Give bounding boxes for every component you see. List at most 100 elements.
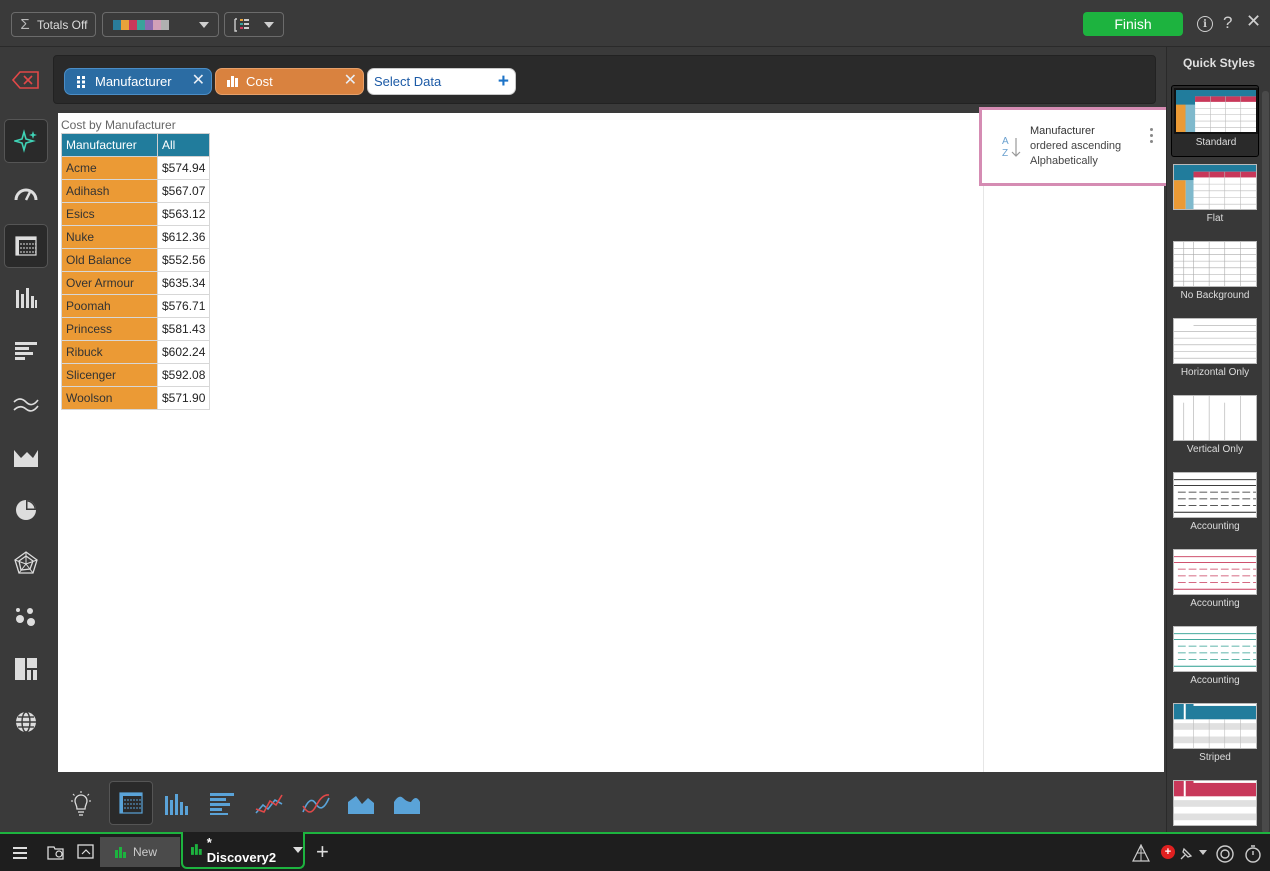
data-pill-manufacturer[interactable]: Manufacturer ✕ [64, 68, 212, 95]
tab-discovery2[interactable]: * Discovery2 [181, 832, 305, 869]
color-palette-dropdown[interactable] [102, 12, 219, 37]
column-header[interactable]: All [156, 133, 211, 157]
treemap-icon[interactable] [4, 647, 48, 691]
sort-az-icon: A Z [1002, 136, 1021, 159]
table-row[interactable]: Woolson $571.90 [61, 386, 211, 410]
row-label[interactable]: Old Balance [61, 248, 158, 272]
row-label[interactable]: Woolson [61, 386, 158, 410]
row-value[interactable]: $552.56 [156, 248, 211, 272]
table-row[interactable]: Ribuck $602.24 [61, 340, 211, 364]
style-accounting-teal[interactable]: Accounting [1171, 624, 1259, 696]
lightbulb-icon[interactable] [60, 783, 102, 825]
row-value[interactable]: $635.34 [156, 271, 211, 295]
style-accounting-red[interactable]: Accounting [1171, 547, 1259, 619]
table-row[interactable]: Over Armour $635.34 [61, 271, 211, 295]
line-chart-option[interactable] [248, 783, 290, 825]
row-label[interactable]: Nuke [61, 225, 158, 249]
totals-button[interactable]: Σ Totals Off [11, 12, 96, 37]
bar-chart-option[interactable] [201, 783, 243, 825]
select-data-button[interactable]: Select Data + [367, 68, 516, 95]
data-pill-cost[interactable]: Cost ✕ [215, 68, 364, 95]
table-row[interactable]: Slicenger $592.08 [61, 363, 211, 387]
clear-data-icon[interactable] [12, 70, 40, 90]
add-icon: + [497, 71, 509, 92]
globe-icon[interactable] [4, 700, 48, 744]
column-chart-icon[interactable] [4, 276, 48, 320]
gauge-icon[interactable] [4, 171, 48, 215]
row-value[interactable]: $592.08 [156, 363, 211, 387]
grid-icon[interactable] [4, 224, 48, 268]
row-label[interactable]: Esics [61, 202, 158, 226]
row-value[interactable]: $574.94 [156, 156, 211, 180]
row-label[interactable]: Poomah [61, 294, 158, 318]
help-icon[interactable]: ? [1223, 13, 1232, 33]
area-chart-option[interactable] [340, 783, 382, 825]
auto-chart-icon[interactable] [4, 119, 48, 163]
chevron-down-icon[interactable] [1199, 850, 1207, 855]
tab-label: * Discovery2 [206, 834, 277, 865]
present-icon[interactable] [77, 844, 95, 860]
add-tab-button[interactable]: + [316, 839, 329, 865]
table-row[interactable]: Poomah $576.71 [61, 294, 211, 318]
remove-icon[interactable]: ✕ [344, 73, 357, 89]
swirl-icon[interactable] [1215, 844, 1235, 864]
info-icon[interactable]: i [1197, 16, 1213, 32]
row-value[interactable]: $602.24 [156, 340, 211, 364]
palette-swatch [153, 19, 161, 30]
layout-dropdown[interactable] [224, 12, 284, 37]
row-label[interactable]: Slicenger [61, 363, 158, 387]
table-row[interactable]: Acme $574.94 [61, 156, 211, 180]
area-chart-icon[interactable] [4, 435, 48, 479]
row-value[interactable]: $571.90 [156, 386, 211, 410]
close-icon[interactable]: ✕ [1246, 11, 1261, 32]
style-striped-red[interactable] [1171, 778, 1259, 832]
column-chart-option[interactable] [155, 783, 197, 825]
style-accounting-black[interactable]: Accounting [1171, 470, 1259, 542]
chevron-down-icon[interactable] [293, 846, 303, 853]
menu-icon[interactable] [13, 846, 29, 860]
style-vertical-only[interactable]: Vertical Only [1171, 393, 1259, 465]
pie-chart-icon[interactable] [4, 488, 48, 532]
pin-icon[interactable] [1177, 845, 1195, 863]
scatter-chart-icon[interactable] [4, 594, 48, 638]
remove-icon[interactable]: ✕ [192, 73, 205, 89]
row-label[interactable]: Princess [61, 317, 158, 341]
bar-chart-icon[interactable] [4, 329, 48, 373]
row-value[interactable]: $612.36 [156, 225, 211, 249]
more-options-icon[interactable] [1150, 128, 1154, 146]
line-chart-icon[interactable] [4, 382, 48, 426]
row-label[interactable]: Adihash [61, 179, 158, 203]
table-row[interactable]: Princess $581.43 [61, 317, 211, 341]
sort-card[interactable]: A Z Manufacturer ordered ascending Alpha… [979, 107, 1170, 186]
style-standard[interactable]: Standard [1171, 85, 1259, 157]
column-header[interactable]: Manufacturer [61, 133, 158, 157]
row-label[interactable]: Ribuck [61, 340, 158, 364]
table-row[interactable]: Old Balance $552.56 [61, 248, 211, 272]
row-value[interactable]: $576.71 [156, 294, 211, 318]
table-row[interactable]: Esics $563.12 [61, 202, 211, 226]
row-value[interactable]: $581.43 [156, 317, 211, 341]
recent-items-icon[interactable] [47, 844, 65, 860]
scrollbar[interactable] [1262, 91, 1269, 832]
chart-icon [115, 846, 126, 858]
row-label[interactable]: Over Armour [61, 271, 158, 295]
chevron-down-icon [264, 22, 274, 28]
row-value[interactable]: $567.07 [156, 179, 211, 203]
style-flat[interactable]: Flat [1171, 162, 1259, 234]
row-value[interactable]: $563.12 [156, 202, 211, 226]
grid-chart-option[interactable] [109, 781, 153, 825]
timer-icon[interactable] [1243, 844, 1263, 864]
spline-chart-option[interactable] [295, 783, 337, 825]
notification-badge[interactable]: + [1161, 845, 1175, 859]
spline-area-chart-option[interactable] [386, 783, 428, 825]
style-horizontal-only[interactable]: Horizontal Only [1171, 316, 1259, 388]
row-label[interactable]: Acme [61, 156, 158, 180]
style-no-background[interactable]: No Background [1171, 239, 1259, 311]
tab-new[interactable]: New [100, 837, 180, 867]
radar-chart-icon[interactable] [4, 541, 48, 585]
style-striped[interactable]: Striped [1171, 701, 1259, 773]
finish-button[interactable]: Finish [1083, 12, 1183, 36]
table-row[interactable]: Nuke $612.36 [61, 225, 211, 249]
table-row[interactable]: Adihash $567.07 [61, 179, 211, 203]
pyramid-icon[interactable] [1132, 844, 1150, 862]
